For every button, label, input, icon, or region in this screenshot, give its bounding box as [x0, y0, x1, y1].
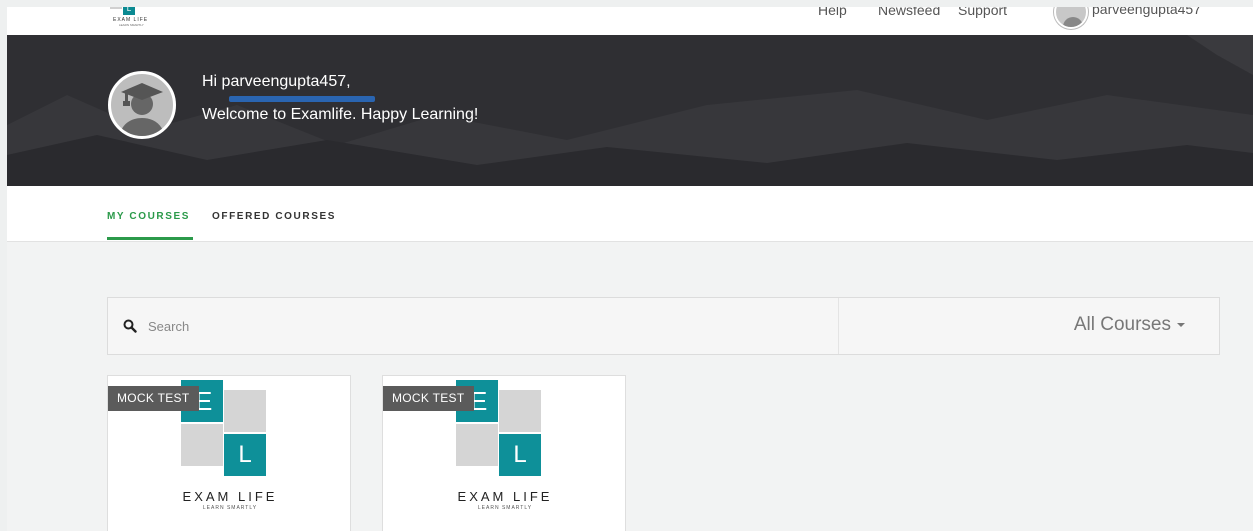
logo-tile-grey	[224, 390, 266, 432]
top-navbar: L EXAM LIFE LEARN SMARTLY Help Newsfeed …	[7, 7, 1253, 35]
brand-tagline: LEARN SMARTLY	[477, 505, 533, 511]
profile-avatar	[108, 71, 176, 139]
mock-test-badge: MOCK TEST	[383, 386, 474, 411]
brand-name: EXAM LIFE	[457, 489, 553, 504]
greeting-text: Hi parveengupta457,	[202, 73, 351, 90]
welcome-text: Welcome to Examlife. Happy Learning!	[202, 106, 479, 123]
logo-tile-grey	[456, 424, 498, 466]
site-logo[interactable]: L EXAM LIFE LEARN SMARTLY	[110, 7, 170, 33]
logo-tagline: LEARN SMARTLY	[119, 23, 144, 27]
search-input[interactable]	[148, 316, 748, 336]
mountain-background	[7, 35, 1253, 186]
brand-tagline: LEARN SMARTLY	[202, 505, 258, 511]
search-box	[108, 298, 839, 354]
logo-letter: L	[123, 7, 135, 15]
app-frame: L EXAM LIFE LEARN SMARTLY Help Newsfeed …	[7, 7, 1253, 531]
mock-test-badge: MOCK TEST	[108, 386, 199, 411]
filter-label: All Courses	[1073, 314, 1171, 335]
redaction-mark	[229, 96, 375, 102]
nav-link-newsfeed[interactable]: Newsfeed	[878, 7, 940, 18]
caret-down-icon	[1177, 322, 1185, 327]
tab-offered-courses[interactable]: OFFERED COURSES	[212, 211, 336, 222]
welcome-banner: Hi parveengupta457, Welcome to Examlife.…	[7, 35, 1253, 186]
active-tab-indicator	[107, 237, 193, 240]
course-search-bar: All Courses	[107, 297, 1220, 355]
course-tabs: MY COURSES OFFERED COURSES	[7, 186, 1253, 242]
course-card[interactable]: MOCK TEST E L EXAM LIFE LEARN SMARTLY	[382, 375, 626, 531]
course-card[interactable]: MOCK TEST E L EXAM LIFE LEARN SMARTLY	[107, 375, 351, 531]
search-icon	[123, 319, 137, 333]
user-avatar[interactable]	[1054, 7, 1088, 29]
logo-tile-l: L	[499, 434, 541, 476]
nav-link-support[interactable]: Support	[958, 7, 1007, 18]
brand-name: EXAM LIFE	[182, 489, 278, 504]
logo-block	[110, 7, 122, 9]
logo-tile-grey	[499, 390, 541, 432]
nav-username[interactable]: parveengupta457	[1092, 7, 1201, 17]
nav-link-help[interactable]: Help	[818, 7, 847, 18]
logo-tile-l: L	[224, 434, 266, 476]
logo-tile-grey	[181, 424, 223, 466]
course-filter-dropdown[interactable]: All Courses	[1074, 314, 1185, 336]
tab-my-courses[interactable]: MY COURSES	[107, 211, 190, 222]
